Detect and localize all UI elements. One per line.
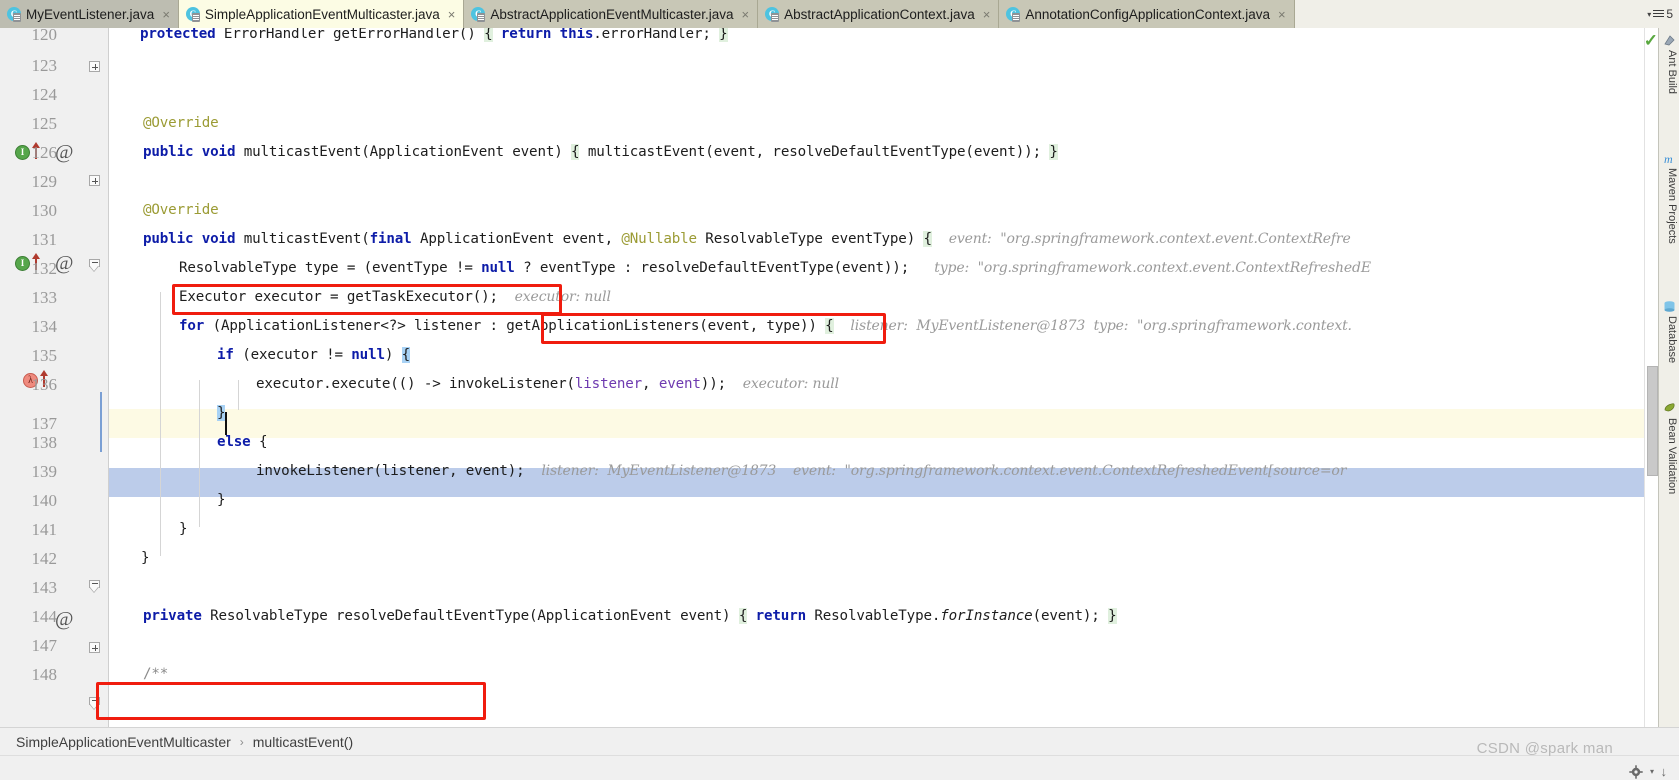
line-number: 142 <box>31 549 58 568</box>
breadcrumb-bar: SimpleApplicationEventMulticaster › mult… <box>0 727 1679 756</box>
code-editor[interactable]: I @ I @ λ @ 120 protected ErrorHandler g… <box>0 28 1679 780</box>
line-number: 123 <box>31 56 58 75</box>
editor-tab-2[interactable]: C AbstractApplicationEventMulticaster.ja… <box>464 0 759 28</box>
close-icon[interactable]: × <box>448 8 456 21</box>
line-number: 136 <box>31 375 58 394</box>
list-icon <box>1653 9 1665 19</box>
line-number: 143 <box>31 578 58 597</box>
editor-tab-label: MyEventListener.java <box>26 6 155 22</box>
line-number: 120 <box>31 28 58 44</box>
java-class-icon: C <box>7 7 21 22</box>
line-number: 148 <box>31 665 58 684</box>
tool-window-database[interactable]: Database <box>1660 316 1678 363</box>
code-line-133: Executor executor = getTaskExecutor(); e… <box>179 289 611 305</box>
code-line-132: ResolvableType type = (eventType != null… <box>179 260 1371 276</box>
line-number: 126 <box>31 143 58 162</box>
inline-hint: event: "org.springframework.context.even… <box>948 231 1351 247</box>
breadcrumb-item-class[interactable]: SimpleApplicationEventMulticaster <box>16 734 231 750</box>
java-class-icon: C <box>1006 7 1021 22</box>
download-arrow-icon[interactable]: ↓ <box>1661 765 1668 778</box>
java-class-icon: C <box>471 7 486 22</box>
java-class-icon: C <box>765 7 780 22</box>
chevron-down-icon: ▾ <box>1647 9 1652 19</box>
line-number: 130 <box>31 201 58 220</box>
editor-tab-label: AbstractApplicationContext.java <box>784 6 975 22</box>
code-line-136: executor.execute(() -> invokeListener(li… <box>256 376 839 392</box>
bean-validation-icon <box>1663 402 1676 415</box>
ant-build-icon <box>1663 34 1676 47</box>
inline-hint: event: "org.springframework.context.even… <box>792 463 1347 479</box>
code-line-126: public void multicastEvent(ApplicationEv… <box>143 144 1058 160</box>
editor-scrollbar-thumb[interactable] <box>1647 366 1658 476</box>
gear-icon[interactable] <box>1629 765 1643 779</box>
database-icon <box>1663 300 1676 313</box>
editor-tab-label: AnnotationConfigApplicationContext.java <box>1025 6 1270 22</box>
watermark-text: CSDN @spark man <box>1476 740 1613 757</box>
code-line-120: protected ErrorHandler getErrorHandler()… <box>140 28 728 42</box>
code-text-layer: 120 protected ErrorHandler getErrorHandl… <box>0 28 1679 780</box>
ide-window: C MyEventListener.java × C SimpleApplica… <box>0 0 1679 780</box>
close-icon[interactable]: × <box>162 8 170 21</box>
line-number: 124 <box>31 85 58 104</box>
code-line-131: public void multicastEvent(final Applica… <box>143 231 1351 247</box>
line-number: 133 <box>31 288 58 307</box>
code-line-140: } <box>217 492 226 508</box>
code-line-142: } <box>141 550 150 566</box>
inline-hint: executor: null <box>514 289 611 305</box>
inspection-ok-icon[interactable]: ✓ <box>1644 32 1658 49</box>
inline-hint: executor: null <box>742 376 839 392</box>
editor-tab-3[interactable]: C AbstractApplicationContext.java × <box>758 0 1000 28</box>
svg-text:m: m <box>1664 152 1673 165</box>
editor-tab-label: AbstractApplicationEventMulticaster.java <box>490 6 734 22</box>
inline-hint: listener: MyEventListener@1873 <box>541 463 777 479</box>
line-number: 132 <box>31 259 58 278</box>
right-tool-window-bar: Ant Build m Maven Projects Database Bean… <box>1658 28 1679 780</box>
tool-window-ant-build[interactable]: Ant Build <box>1660 50 1678 94</box>
chevron-down-icon[interactable]: ▾ <box>1650 767 1654 776</box>
inline-hint: type: "org.springframework.context. <box>1093 318 1352 334</box>
code-line-130: @Override <box>143 202 219 218</box>
line-number: 139 <box>31 462 58 481</box>
line-number: 135 <box>31 346 58 365</box>
line-number: 134 <box>31 317 58 336</box>
code-line-135: if (executor != null) { <box>217 347 411 363</box>
text-caret <box>225 412 227 435</box>
breadcrumb-item-method[interactable]: multicastEvent() <box>253 734 353 750</box>
line-number: 144 <box>31 607 58 626</box>
close-icon[interactable]: × <box>742 8 750 21</box>
tab-overflow-button[interactable]: ▾ 5 <box>1643 0 1679 28</box>
line-number: 138 <box>31 433 58 452</box>
maven-icon: m <box>1663 152 1676 166</box>
tool-window-maven-projects[interactable]: Maven Projects <box>1660 168 1678 244</box>
status-bar <box>0 755 1679 780</box>
editor-tab-bar: C MyEventListener.java × C SimpleApplica… <box>0 0 1679 28</box>
code-line-141: } <box>179 521 188 537</box>
code-line-148: /** <box>143 666 169 682</box>
line-number: 129 <box>31 172 58 191</box>
line-number: 140 <box>31 491 58 510</box>
line-number: 147 <box>31 636 58 655</box>
line-number: 125 <box>31 114 58 133</box>
editor-tab-4[interactable]: C AnnotationConfigApplicationContext.jav… <box>999 0 1295 28</box>
tool-window-bean-validation[interactable]: Bean Validation <box>1660 418 1678 494</box>
java-class-icon: C <box>185 7 200 22</box>
code-line-134: for (ApplicationListener<?> listener : g… <box>179 318 1352 334</box>
code-line-125: @Override <box>143 115 219 131</box>
inline-hint: type: "org.springframework.context.event… <box>934 260 1371 276</box>
editor-tab-1[interactable]: C SimpleApplicationEventMulticaster.java… <box>178 0 465 28</box>
inline-hint: listener: MyEventListener@1873 <box>850 318 1086 334</box>
code-line-139: invokeListener(listener, event); listene… <box>256 463 1347 479</box>
chevron-right-icon: › <box>239 735 244 749</box>
tab-overflow-count: 5 <box>1666 7 1673 21</box>
code-line-144: private ResolvableType resolveDefaultEve… <box>143 608 1117 624</box>
close-icon[interactable]: × <box>1278 8 1286 21</box>
editor-tab-label: SimpleApplicationEventMulticaster.java <box>204 6 440 22</box>
line-number: 141 <box>31 520 58 539</box>
line-number: 131 <box>31 230 58 249</box>
editor-tab-0[interactable]: C MyEventListener.java × <box>0 0 179 28</box>
close-icon[interactable]: × <box>983 8 991 21</box>
tab-bar-filler <box>1294 0 1644 28</box>
